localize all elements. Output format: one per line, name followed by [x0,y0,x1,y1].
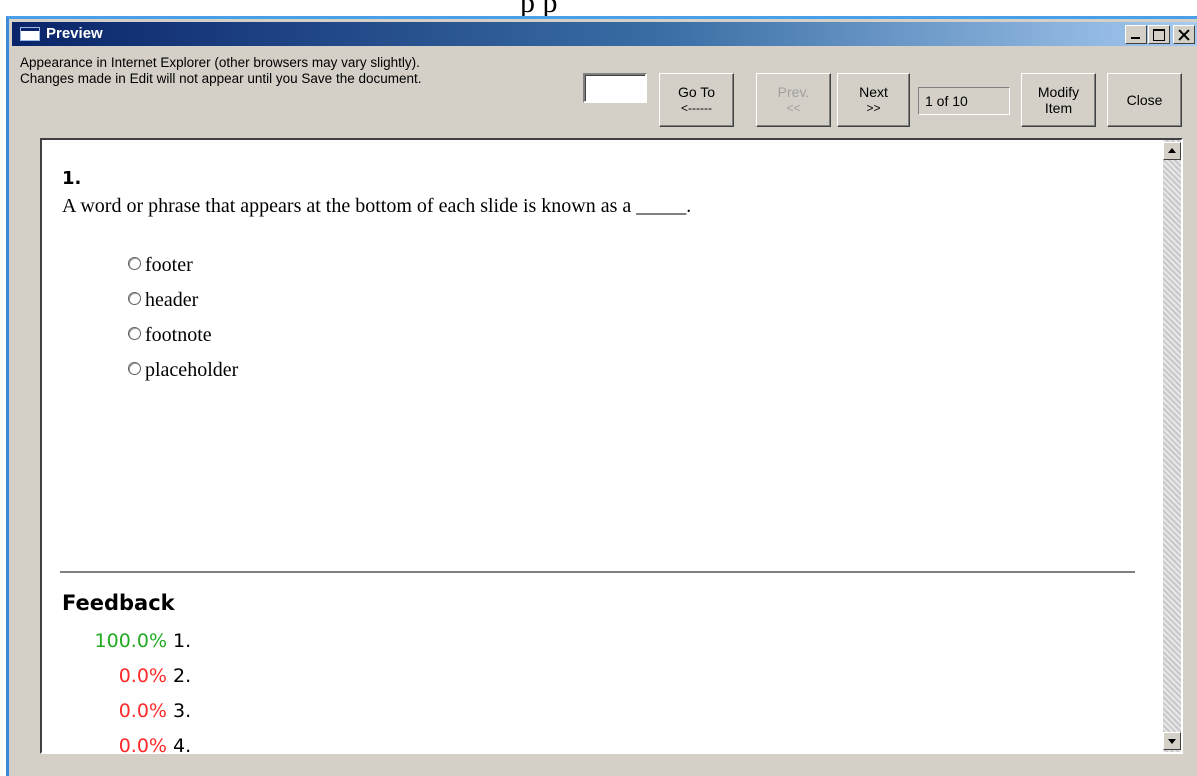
modify-label: Modify [1037,84,1080,100]
feedback-percent: 0.0% [118,699,167,722]
feedback-label: 4. [173,734,192,757]
option-footnote[interactable]: footnote [128,318,1140,353]
feedback-list: 100.0% 1. 0.0% 2. 0.0% 3. 0.0% 4. [62,623,192,763]
page-indicator: 1 of 10 [918,87,1010,115]
answer-options: footer header footnote placeholder [128,248,1140,388]
question-text: A word or phrase that appears at the bot… [62,195,692,217]
feedback-row: 0.0% 2. [62,658,191,693]
preview-info: Appearance in Internet Explorer (other b… [20,55,422,87]
goto-arrow-label: <------ [681,101,712,115]
item-label: Item [1044,100,1073,116]
option-label: footnote [145,324,212,346]
maximize-button[interactable] [1148,25,1170,44]
feedback-label: 1. [173,629,192,652]
preview-content: 1. A word or phrase that appears at the … [40,138,1183,757]
next-button[interactable]: Next >> [837,73,910,127]
prev-arrow-label: << [786,101,801,115]
divider [60,571,1135,573]
feedback-label: 3. [173,699,192,722]
vertical-scrollbar[interactable] [1163,140,1181,752]
scroll-up-arrow-icon[interactable] [1163,142,1181,160]
feedback-percent: 100.0% [94,629,167,652]
window-icon [20,27,40,41]
prev-label: Prev. [777,84,810,100]
close-window-button[interactable] [1173,25,1195,44]
option-placeholder[interactable]: placeholder [128,353,1140,388]
radio-icon[interactable] [128,362,141,375]
feedback-percent: 0.0% [118,734,167,757]
option-label: header [145,289,199,311]
goto-input[interactable] [583,73,647,103]
title-bar[interactable]: Preview [12,22,1197,46]
option-header[interactable]: header [128,283,1140,318]
option-footer[interactable]: footer [128,248,1140,283]
prev-button[interactable]: Prev. << [756,73,831,127]
next-arrow-label: >> [866,101,881,115]
modify-item-button[interactable]: Modify Item [1021,73,1096,127]
minimize-button[interactable] [1125,25,1147,44]
goto-button[interactable]: Go To <------ [659,73,734,127]
radio-icon[interactable] [128,327,141,340]
feedback-percent: 0.0% [118,664,167,687]
feedback-label: 2. [173,664,192,687]
question-document: 1. A word or phrase that appears at the … [62,168,1140,388]
scroll-down-arrow-icon[interactable] [1163,732,1181,750]
radio-icon[interactable] [128,257,141,270]
next-label: Next [859,84,888,100]
radio-icon[interactable] [128,292,141,305]
option-label: footer [145,254,193,276]
feedback-row: 0.0% 3. [62,693,191,728]
window-controls [1124,25,1195,44]
close-button[interactable]: Close [1107,73,1182,127]
feedback-row: 0.0% 4. [62,728,191,763]
option-label: placeholder [145,359,239,381]
goto-label: Go To [677,84,716,100]
window-title: Preview [46,25,103,42]
info-line-2: Changes made in Edit will not appear unt… [20,71,422,86]
feedback-row: 100.0% 1. [62,623,192,658]
close-label: Close [1126,92,1163,108]
info-line-1: Appearance in Internet Explorer (other b… [20,55,420,70]
feedback-title: Feedback [62,591,175,615]
question-number: 1. [62,168,82,189]
